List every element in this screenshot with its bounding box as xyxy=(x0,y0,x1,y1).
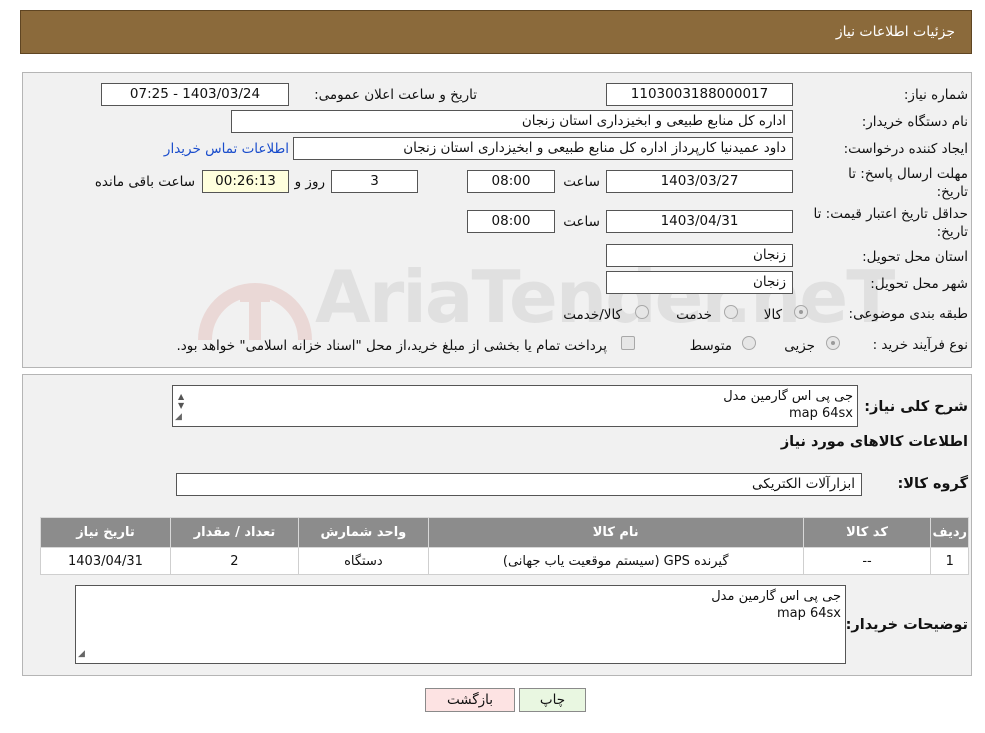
summary-label: شرح کلی نیاز: xyxy=(864,399,968,415)
process-label: نوع فرآیند خرید : xyxy=(872,337,968,353)
category-option-goods-service: کالا/خدمت xyxy=(563,307,622,323)
validity-time-field: 08:00 xyxy=(467,210,555,233)
goods-info-title: اطلاعات کالاهای مورد نیاز xyxy=(780,434,968,450)
resize-grip-icon[interactable]: ◢ xyxy=(175,409,182,426)
page-header: جزئیات اطلاعات نیاز xyxy=(20,10,972,54)
buyer-notes-textarea[interactable]: جی پی اس گارمین مدل map 64sx ◢ xyxy=(75,585,846,664)
buyer-notes-line-1: جی پی اس گارمین مدل xyxy=(711,589,841,604)
deadline-time-label: ساعت xyxy=(563,174,600,190)
remaining-time-field: 00:26:13 xyxy=(202,170,289,193)
col-goods-name: نام کالا xyxy=(427,517,804,548)
city-field: زنجان xyxy=(606,271,793,294)
deadline-time-field: 08:00 xyxy=(467,170,555,193)
table-header-row: ردیف کد کالا نام کالا واحد شمارش تعداد /… xyxy=(40,517,969,548)
city-label: شهر محل تحویل: xyxy=(870,276,968,292)
category-option-goods: کالا xyxy=(763,307,782,323)
process-radio-medium[interactable] xyxy=(742,336,756,350)
print-button[interactable]: چاپ xyxy=(519,688,586,712)
validity-label-text: حداقل تاریخ اعتبار قیمت: تا تاریخ: xyxy=(813,206,968,240)
goods-group-label: گروه کالا: xyxy=(897,476,968,492)
province-field: زنجان xyxy=(606,244,793,267)
category-radio-service[interactable] xyxy=(724,305,738,319)
cell-need-date: 1403/04/31 xyxy=(40,547,171,575)
process-radio-minor[interactable] xyxy=(826,336,840,350)
cell-goods-name: گیرنده GPS (سیستم موقعیت یاب جهانی) xyxy=(427,547,804,575)
summary-line-2: map 64sx xyxy=(788,406,853,421)
province-label: استان محل تحویل: xyxy=(862,249,968,265)
watermark-text: AriaTender.neT xyxy=(315,255,895,339)
validity-time-label: ساعت xyxy=(563,214,600,230)
summary-textarea[interactable]: جی پی اس گارمین مدل map 64sx ▲ ▼ ◢ xyxy=(172,385,858,427)
back-button[interactable]: بازگشت xyxy=(425,688,515,712)
days-label: روز و xyxy=(294,174,325,190)
creator-label: ایجاد کننده درخواست: xyxy=(843,141,968,157)
buyer-notes-label: توضیحات خریدار: xyxy=(845,617,968,633)
payment-checkbox[interactable] xyxy=(621,336,635,350)
process-option-minor: جزیی xyxy=(784,338,815,354)
category-option-service: خدمت xyxy=(676,307,712,323)
cell-goods-code: -- xyxy=(802,547,932,575)
goods-group-field: ابزارآلات الکتریکی xyxy=(176,473,862,496)
need-number-field: 1103003188000017 xyxy=(606,83,793,106)
cell-quantity: 2 xyxy=(169,547,299,575)
announce-label: تاریخ و ساعت اعلان عمومی: xyxy=(314,87,477,103)
buyer-contact-link[interactable]: اطلاعات تماس خریدار xyxy=(164,141,289,157)
process-option-medium: متوسط xyxy=(689,338,732,354)
category-radio-goods-service[interactable] xyxy=(635,305,649,319)
col-need-date: تاریخ نیاز xyxy=(40,517,171,548)
cell-unit: دستگاه xyxy=(297,547,429,575)
deadline-label: مهلت ارسال پاسخ: تا تاریخ: xyxy=(818,165,968,201)
buyer-field: اداره کل منابع طبیعی و ابخیزداری استان ز… xyxy=(231,110,793,133)
col-unit: واحد شمارش xyxy=(297,517,429,548)
summary-line-1: جی پی اس گارمین مدل xyxy=(723,389,853,404)
goods-table: ردیف کد کالا نام کالا واحد شمارش تعداد /… xyxy=(40,517,969,575)
days-field: 3 xyxy=(331,170,418,193)
buyer-label: نام دستگاه خریدار: xyxy=(861,114,968,130)
need-number-label: شماره نیاز: xyxy=(903,87,968,103)
category-radio-goods[interactable] xyxy=(794,305,808,319)
buyer-notes-line-2: map 64sx xyxy=(776,606,841,621)
col-quantity: تعداد / مقدار xyxy=(169,517,299,548)
validity-label: حداقل تاریخ اعتبار قیمت: تا تاریخ: xyxy=(793,205,968,241)
col-row-number: ردیف xyxy=(930,517,969,548)
remaining-label: ساعت باقی مانده xyxy=(94,174,195,190)
payment-note: پرداخت تمام یا بخشی از مبلغ خرید،از محل … xyxy=(176,338,607,354)
page-title: جزئیات اطلاعات نیاز xyxy=(835,24,955,40)
table-row: 1 -- گیرنده GPS (سیستم موقعیت یاب جهانی)… xyxy=(40,547,969,575)
deadline-date-field: 1403/03/27 xyxy=(606,170,793,193)
validity-date-field: 1403/04/31 xyxy=(606,210,793,233)
col-goods-code: کد کالا xyxy=(802,517,932,548)
creator-field: داود عمیدنیا کارپرداز اداره کل منابع طبی… xyxy=(293,137,793,160)
announce-field: 1403/03/24 - 07:25 xyxy=(101,83,289,106)
category-label: طبقه بندی موضوعی: xyxy=(848,306,968,322)
cell-row-number: 1 xyxy=(930,547,969,575)
deadline-label-text: مهلت ارسال پاسخ: تا تاریخ: xyxy=(848,166,968,200)
resize-grip-icon[interactable]: ◢ xyxy=(78,646,85,663)
